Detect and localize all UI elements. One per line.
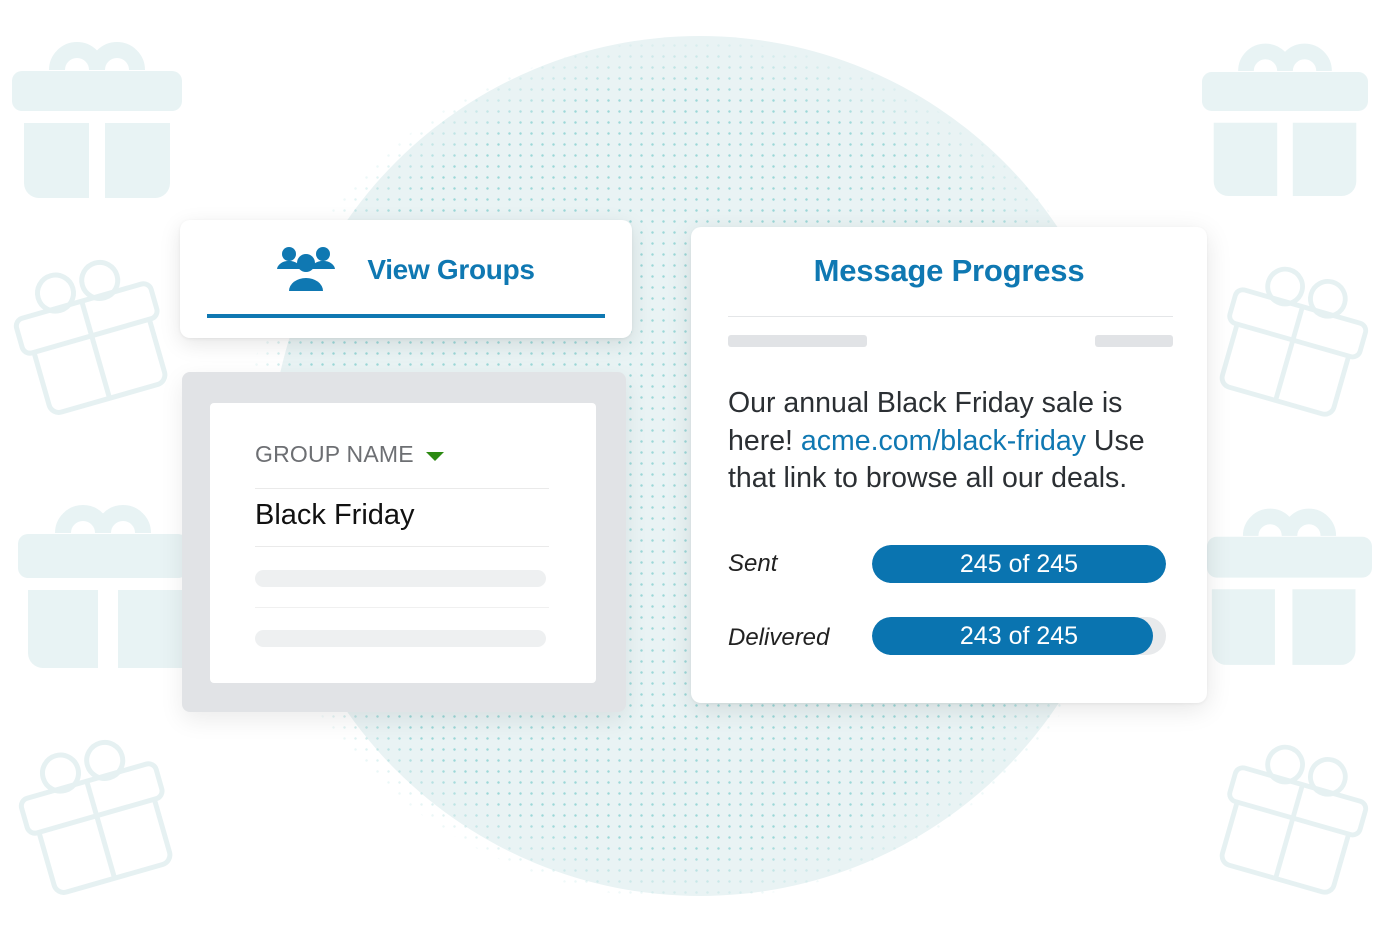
progress-value: 243 of 245 — [959, 621, 1079, 650]
divider — [728, 316, 1173, 317]
placeholder-bar — [255, 630, 546, 647]
stat-row-sent: Sent 245 of 245 — [728, 545, 1168, 585]
column-header-group-name[interactable]: GROUP NAME — [255, 441, 549, 489]
gift-icon — [2, 717, 188, 903]
message-body: Our annual Black Friday sale is here! ac… — [728, 385, 1188, 498]
progress-value: 245 of 245 — [959, 549, 1079, 578]
view-groups-card: View Groups — [180, 220, 632, 338]
progress-bar: 245 of 245 — [872, 545, 1166, 583]
group-table-panel: GROUP NAME Black Friday — [182, 372, 626, 712]
gift-icon — [1202, 30, 1368, 196]
gift-icon — [1207, 495, 1372, 665]
card-title: Message Progress — [813, 253, 1085, 288]
gift-icon — [1205, 245, 1384, 424]
stat-label: Delivered — [728, 624, 830, 651]
users-group-icon — [277, 245, 336, 296]
caret-down-icon[interactable] — [425, 452, 444, 461]
gift-icon — [0, 237, 183, 423]
table-row[interactable]: Black Friday — [255, 489, 549, 547]
column-header-label: GROUP NAME — [255, 441, 414, 467]
progress-bar: 243 of 245 — [872, 617, 1166, 655]
stat-row-delivered: Delivered 243 of 245 — [728, 617, 1168, 657]
gift-icon — [12, 28, 182, 198]
stat-label: Sent — [728, 550, 778, 577]
group-table: GROUP NAME Black Friday — [210, 403, 596, 683]
view-groups-tab[interactable]: View Groups — [207, 220, 605, 318]
placeholder-row — [255, 548, 549, 608]
message-link[interactable]: acme.com/black-friday — [801, 425, 1086, 457]
placeholder-bar — [728, 335, 867, 347]
placeholder-row — [255, 608, 549, 668]
gift-icon — [18, 488, 188, 668]
gift-icon — [1205, 723, 1384, 902]
placeholder-bar — [1095, 335, 1173, 347]
message-progress-card: Message Progress Our annual Black Friday… — [691, 227, 1207, 703]
view-groups-label: View Groups — [367, 254, 535, 285]
placeholder-bar — [255, 570, 546, 587]
